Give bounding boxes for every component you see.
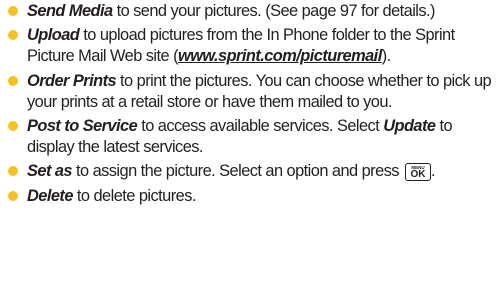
bullet-dot-icon: [8, 6, 18, 16]
list-item-set-as: Set as to assign the picture. Select an …: [8, 161, 497, 182]
option-description: to send your pictures. (See page 97 for …: [112, 2, 436, 20]
option-description-end: .: [430, 162, 436, 181]
bullet-dot-icon: [8, 121, 18, 132]
list-item-upload: Upload to upload pictures from the In Ph…: [8, 25, 497, 67]
bullet-list: Send Media to send your pictures. (See p…: [8, 1, 497, 210]
option-term: Send Media: [27, 2, 113, 20]
key-main-label: OK: [410, 169, 426, 181]
option-description: to delete pictures.: [72, 186, 196, 205]
option-term: Set as: [27, 162, 73, 181]
bullet-dot-icon: [8, 166, 18, 177]
list-item-delete: Delete to delete pictures.: [8, 186, 497, 207]
list-item-post-to-service: Post to Service to access available serv…: [8, 116, 497, 158]
option-description: to assign the picture. Select an option …: [72, 162, 403, 181]
option-term: Order Prints: [27, 71, 117, 90]
option-term: Delete: [27, 186, 73, 205]
picturemail-link[interactable]: www.sprint.com/picturemail: [178, 47, 382, 65]
bullet-dot-icon: [8, 190, 18, 201]
option-description: to access available services. Select: [137, 117, 384, 136]
menu-ok-key-icon: MENU OK: [404, 163, 431, 182]
update-term: Update: [383, 117, 436, 136]
option-term: Post to Service: [27, 117, 138, 136]
bullet-dot-icon: [8, 75, 18, 86]
list-item-send-media: Send Media to send your pictures. (See p…: [8, 1, 497, 22]
option-term: Upload: [27, 26, 80, 45]
bullet-dot-icon: [8, 30, 18, 41]
list-item-order-prints: Order Prints to print the pictures. You …: [8, 71, 497, 113]
manual-page: Send Media to send your pictures. (See p…: [0, 0, 499, 308]
option-description-end: ).: [381, 47, 391, 66]
